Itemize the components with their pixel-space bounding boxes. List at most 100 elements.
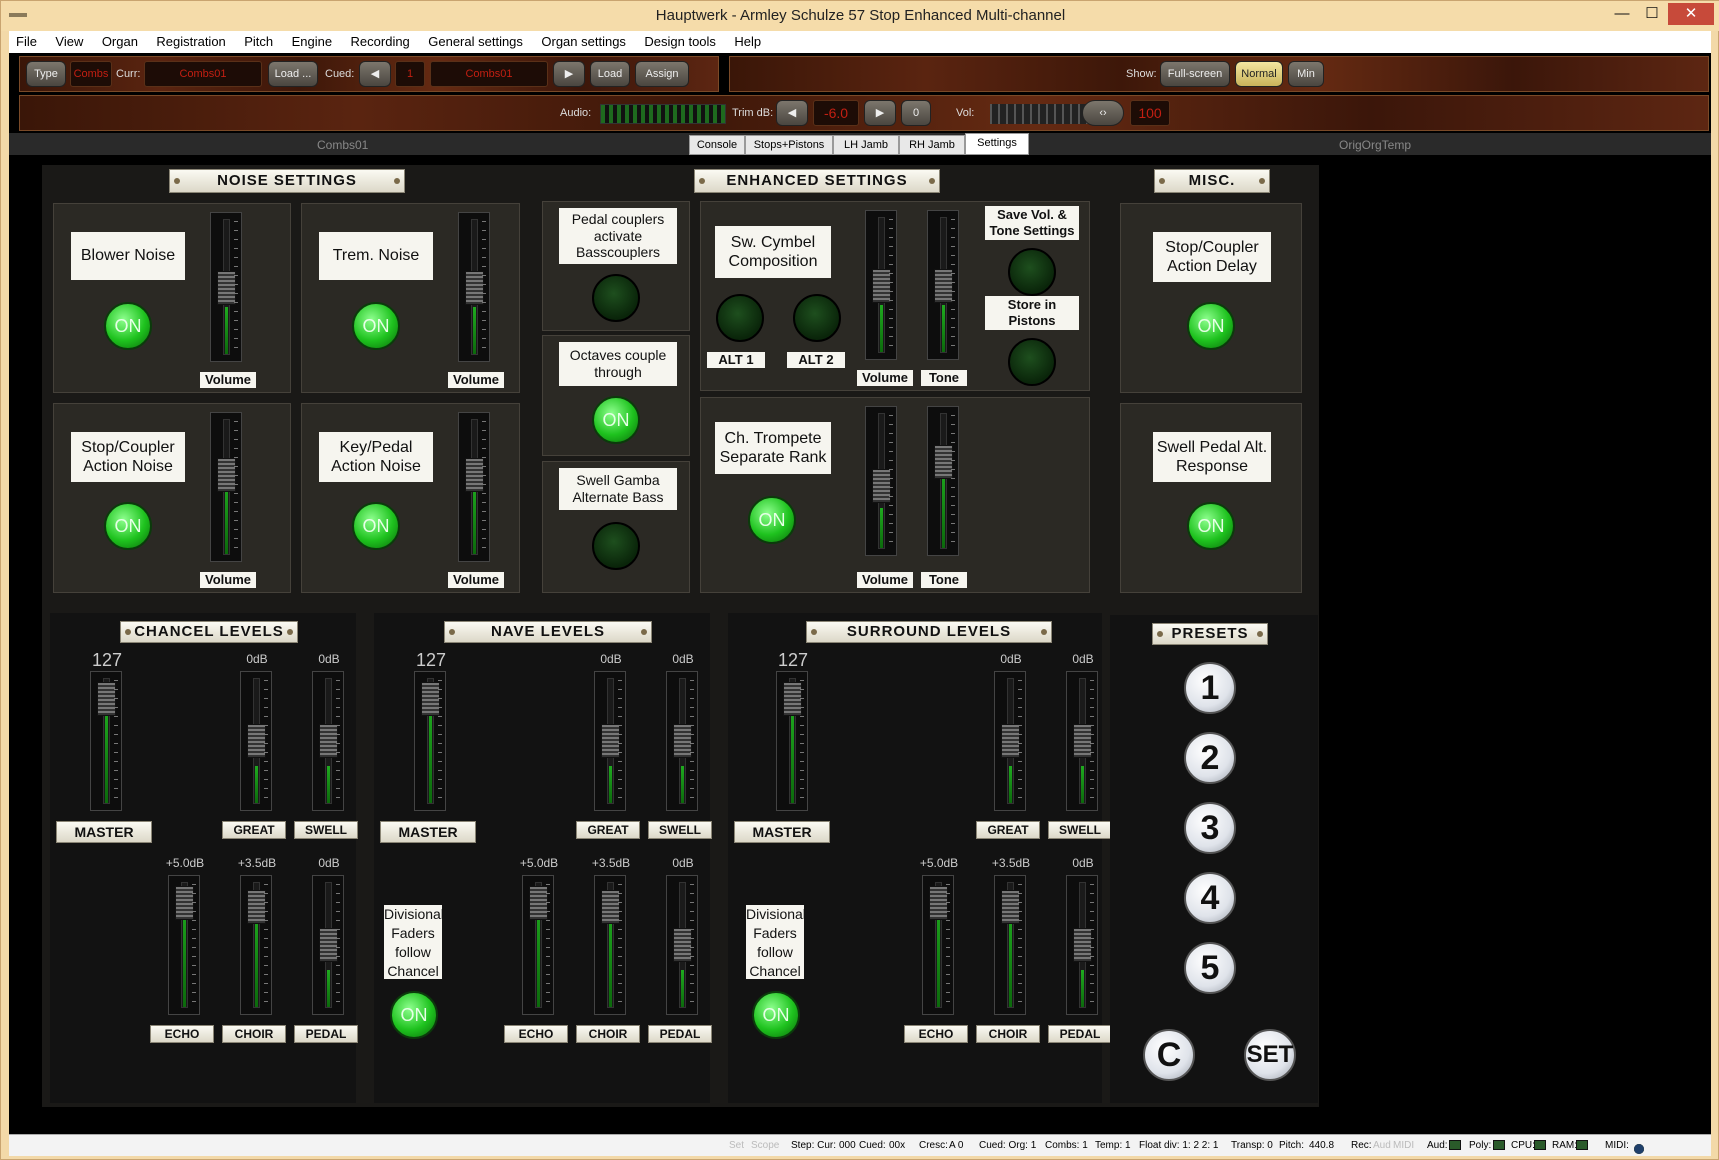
trompete-toggle[interactable]: ON: [748, 496, 796, 544]
tab-console[interactable]: Console: [689, 135, 745, 155]
minimize-button[interactable]: —: [1606, 3, 1638, 25]
alt2-toggle[interactable]: [793, 294, 841, 342]
blower-volume-slider[interactable]: [210, 212, 242, 362]
status-transp: Transp: 0: [1231, 1140, 1273, 1151]
stop-coupler-volume-slider[interactable]: [210, 412, 242, 562]
choir-fader[interactable]: [994, 875, 1026, 1015]
maximize-button[interactable]: ☐: [1636, 3, 1668, 25]
divisional-follow-toggle[interactable]: ON: [390, 991, 438, 1039]
trim-reset-button[interactable]: 0: [901, 100, 931, 126]
pedal-couplers-toggle[interactable]: [592, 274, 640, 322]
master-fader[interactable]: [90, 671, 122, 811]
store-pistons-toggle[interactable]: [1008, 338, 1056, 386]
menu-view[interactable]: View: [48, 31, 90, 52]
status-set: Set: [729, 1140, 745, 1151]
choir-fader[interactable]: [240, 875, 272, 1015]
trompete-volume-slider[interactable]: [865, 406, 897, 556]
preset-3-button[interactable]: 3: [1184, 802, 1236, 854]
menu-help[interactable]: Help: [727, 31, 768, 52]
divisional-follow-label: Divisional Faders follow Chancel: [384, 905, 444, 979]
preset-set-button[interactable]: SET: [1244, 1029, 1296, 1081]
menu-pitch[interactable]: Pitch: [237, 31, 280, 52]
great-fader[interactable]: [240, 671, 272, 811]
great-fader[interactable]: [594, 671, 626, 811]
blower-noise-toggle[interactable]: ON: [104, 302, 152, 350]
cpu-meter: [1534, 1140, 1546, 1150]
pedal-fader[interactable]: [1066, 875, 1098, 1015]
alt1-toggle[interactable]: [716, 294, 764, 342]
preset-4-button[interactable]: 4: [1184, 872, 1236, 924]
type-button[interactable]: Type: [26, 61, 66, 87]
volume-knob-button[interactable]: ‹›: [1082, 100, 1124, 126]
trim-down-button[interactable]: ◀: [776, 100, 808, 126]
levels-title: SURROUND LEVELS: [806, 621, 1052, 643]
status-cued-val: 00x: [889, 1140, 906, 1151]
octaves-couple-label: Octaves couple through: [559, 342, 677, 386]
status-bar: Set Scope Step: Cur: 000 Cued: 00x Cresc…: [9, 1134, 1711, 1156]
cued-next-button[interactable]: ▶: [553, 61, 585, 87]
pedal-fader[interactable]: [666, 875, 698, 1015]
trompete-volume-label: Volume: [857, 572, 913, 588]
menu-recording[interactable]: Recording: [344, 31, 417, 52]
preset-1-button[interactable]: 1: [1184, 662, 1236, 714]
key-pedal-noise-toggle[interactable]: ON: [352, 502, 400, 550]
preset-5-button[interactable]: 5: [1184, 942, 1236, 994]
pedal-fader[interactable]: [312, 875, 344, 1015]
action-delay-toggle[interactable]: ON: [1187, 302, 1235, 350]
swell-fader[interactable]: [1066, 671, 1098, 811]
choir-db: +3.5dB: [591, 856, 631, 870]
assign-button[interactable]: Assign: [635, 61, 689, 87]
swell-fader[interactable]: [312, 671, 344, 811]
master-fader[interactable]: [776, 671, 808, 811]
trem-noise-toggle[interactable]: ON: [352, 302, 400, 350]
close-button[interactable]: ✕: [1668, 3, 1714, 25]
arrow-right-icon: ▶: [875, 107, 885, 119]
echo-fader[interactable]: [522, 875, 554, 1015]
status-step-cur: 000: [839, 1140, 856, 1151]
min-button[interactable]: Min: [1288, 61, 1324, 87]
swell-fader[interactable]: [666, 671, 698, 811]
load-dots-button[interactable]: Load ...: [268, 61, 318, 87]
echo-fader[interactable]: [168, 875, 200, 1015]
menu-general-settings[interactable]: General settings: [421, 31, 530, 52]
menu-design-tools[interactable]: Design tools: [637, 31, 723, 52]
fullscreen-button[interactable]: Full-screen: [1160, 61, 1230, 87]
cymbel-volume-slider[interactable]: [865, 210, 897, 360]
preset-cancel-button[interactable]: C: [1143, 1029, 1195, 1081]
echo-fader[interactable]: [922, 875, 954, 1015]
tab-lh-jamb[interactable]: LH Jamb: [833, 135, 899, 155]
menu-organ-settings[interactable]: Organ settings: [534, 31, 633, 52]
cymbel-tone-label: Tone: [921, 370, 967, 386]
misc-title: MISC.: [1154, 169, 1270, 193]
normal-button[interactable]: Normal: [1235, 61, 1283, 87]
menu-organ[interactable]: Organ: [95, 31, 145, 52]
title-bar: Hauptwerk - Armley Schulze 57 Stop Enhan…: [1, 1, 1719, 31]
tab-stops-pistons[interactable]: Stops+Pistons: [745, 135, 833, 155]
trompete-tone-slider[interactable]: [927, 406, 959, 556]
octaves-couple-toggle[interactable]: ON: [592, 396, 640, 444]
tab-rh-jamb[interactable]: RH Jamb: [899, 135, 965, 155]
tab-settings[interactable]: Settings: [965, 133, 1029, 155]
cued-prev-button[interactable]: ◀: [359, 61, 391, 87]
blower-noise-label: Blower Noise: [71, 232, 185, 280]
save-vol-toggle[interactable]: [1008, 248, 1056, 296]
master-value: 127: [777, 650, 809, 670]
volume-slider[interactable]: [990, 104, 1090, 124]
great-fader[interactable]: [994, 671, 1026, 811]
trem-volume-slider[interactable]: [458, 212, 490, 362]
menu-engine[interactable]: Engine: [285, 31, 339, 52]
trim-up-button[interactable]: ▶: [864, 100, 896, 126]
menu-registration[interactable]: Registration: [149, 31, 232, 52]
preset-2-button[interactable]: 2: [1184, 732, 1236, 784]
load-button[interactable]: Load: [590, 61, 630, 87]
swell-gamba-toggle[interactable]: [592, 522, 640, 570]
key-pedal-volume-slider[interactable]: [458, 412, 490, 562]
stop-coupler-noise-toggle[interactable]: ON: [104, 502, 152, 550]
master-fader[interactable]: [414, 671, 446, 811]
swell-pedal-toggle[interactable]: ON: [1187, 502, 1235, 550]
choir-fader[interactable]: [594, 875, 626, 1015]
cymbel-tone-slider[interactable]: [927, 210, 959, 360]
status-cpu: CPU:: [1511, 1140, 1535, 1151]
divisional-follow-toggle[interactable]: ON: [752, 991, 800, 1039]
menu-file[interactable]: File: [9, 31, 44, 52]
